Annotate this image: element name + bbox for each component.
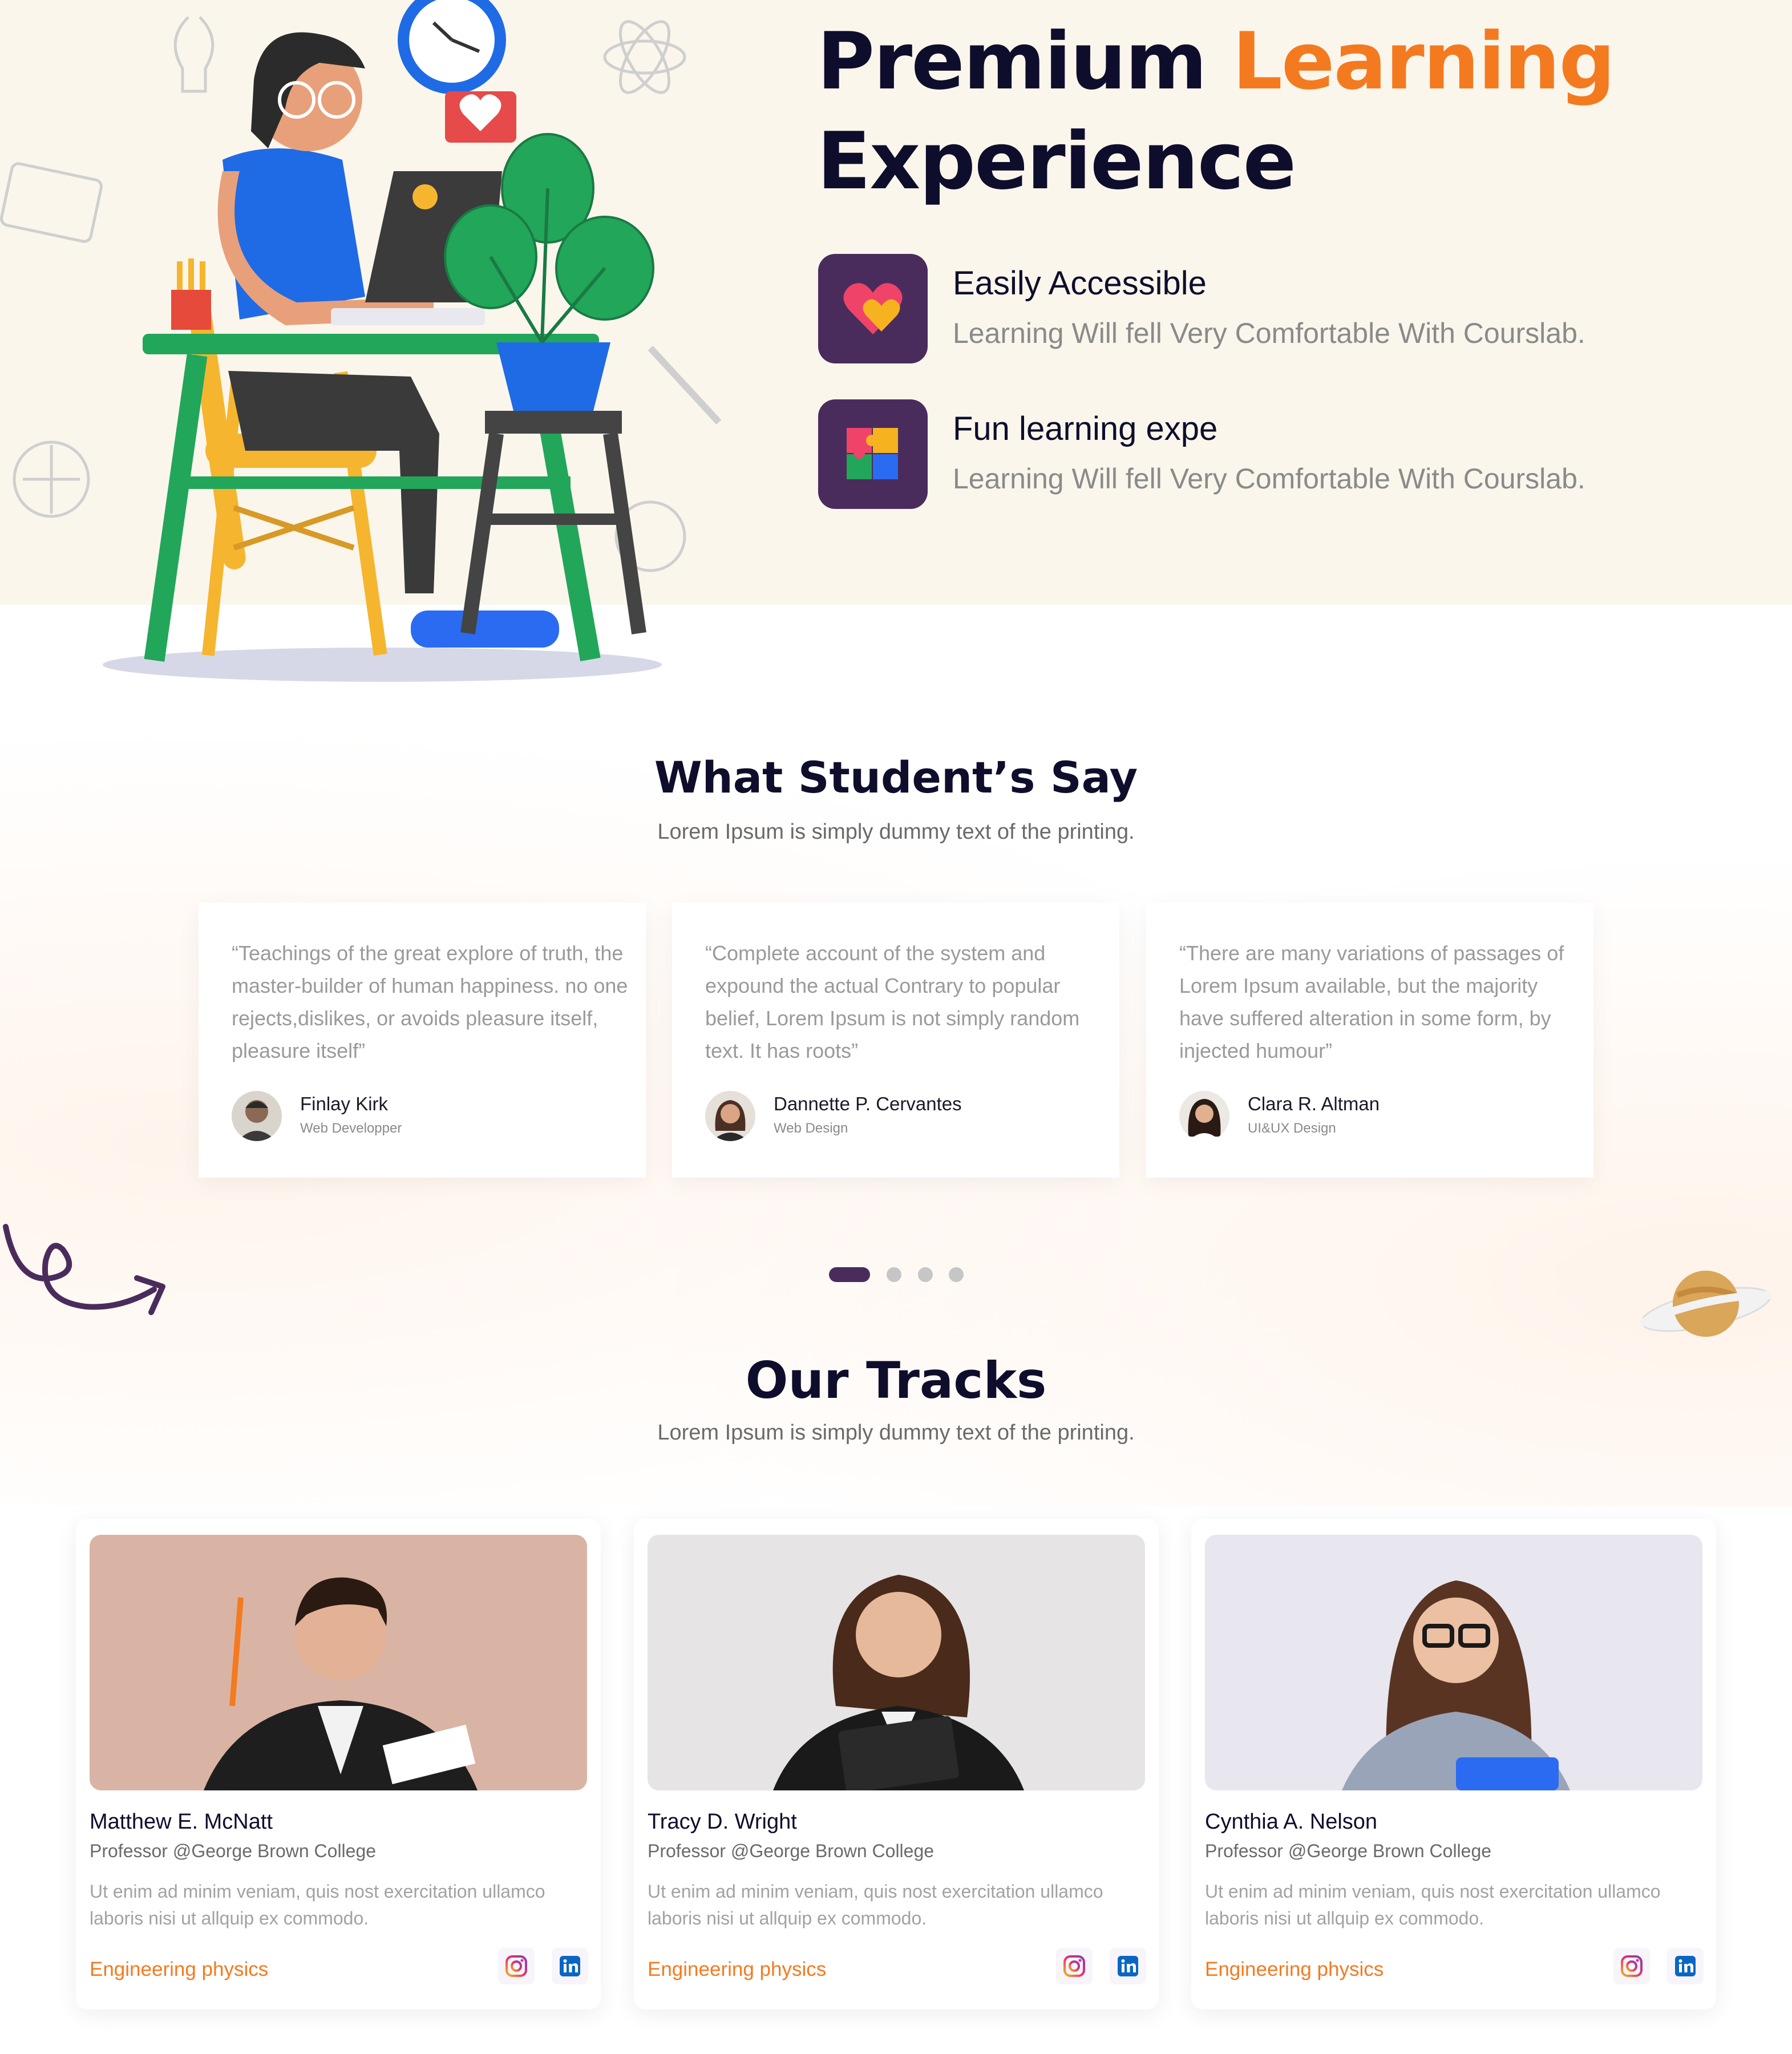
testimonials-title: What Student’s Say (654, 752, 1138, 803)
author-name: Finlay Kirk (300, 1093, 389, 1114)
planet-icon (1639, 1271, 1772, 1337)
testimonial-quote: “Complete account of the system and expo… (705, 941, 1080, 1062)
track-link[interactable]: Engineering physics (1205, 1958, 1384, 1981)
student-at-desk-illustration (0, 0, 722, 682)
professor-description: Ut enim ad minim veniam, quis nost exerc… (90, 1881, 545, 1928)
professor-photo (648, 1535, 1145, 1790)
puzzle-icon (818, 399, 928, 509)
instagram-icon[interactable] (1613, 1948, 1650, 1984)
curly-arrow-icon (3, 1224, 165, 1315)
track-link[interactable]: Engineering physics (648, 1958, 826, 1981)
author-name: Clara R. Altman (1248, 1093, 1380, 1114)
hero-title: Premium Learning Experience (817, 11, 1730, 211)
carousel-dot[interactable] (949, 1267, 964, 1282)
avatar (232, 1091, 282, 1141)
testimonial-quote: “Teachings of the great explore of truth… (232, 941, 628, 1062)
professor-name: Tracy D. Wright (648, 1810, 797, 1834)
feature-title: Easily Accessible (953, 265, 1207, 302)
linkedin-icon[interactable] (1110, 1948, 1146, 1984)
feature-description: Learning Will fell Very Comfortable With… (953, 317, 1585, 349)
track-card: Tracy D. Wright Professor @George Brown … (634, 1519, 1159, 2009)
instagram-icon[interactable] (498, 1948, 535, 1984)
author-name: Dannette P. Cervantes (774, 1093, 962, 1114)
instagram-icon[interactable] (1056, 1948, 1093, 1984)
professor-photo (90, 1535, 587, 1790)
testimonials-subtitle: Lorem Ipsum is simply dummy text of the … (657, 820, 1135, 844)
tracks-subtitle: Lorem Ipsum is simply dummy text of the … (657, 1421, 1135, 1445)
testimonial-card: “Teachings of the great explore of truth… (199, 903, 646, 1178)
carousel-dot-active[interactable] (829, 1267, 870, 1282)
feature-easily-accessible: Easily Accessible Learning Will fell Ver… (818, 254, 1759, 363)
track-link[interactable]: Engineering physics (90, 1958, 268, 1981)
avatar (705, 1091, 755, 1141)
heart-icon (818, 254, 928, 363)
professor-name: Matthew E. McNatt (90, 1810, 273, 1834)
author-role: UI&UX Design (1248, 1121, 1336, 1136)
feature-fun-learning: Fun learning expe Learning Will fell Ver… (818, 399, 1759, 509)
hero-title-part2: Experience (817, 115, 1296, 207)
author-role: Web Design (774, 1121, 848, 1136)
professor-title: Professor @George Brown College (648, 1841, 935, 1861)
professor-title: Professor @George Brown College (1205, 1841, 1492, 1861)
professor-name: Cynthia A. Nelson (1205, 1810, 1378, 1834)
linkedin-icon[interactable] (1667, 1948, 1704, 1984)
feature-description: Learning Will fell Very Comfortable With… (953, 463, 1585, 495)
carousel-dot[interactable] (887, 1267, 901, 1282)
linkedin-icon[interactable] (552, 1948, 588, 1984)
hero-title-part1: Premium (817, 15, 1232, 107)
avatar (1179, 1091, 1229, 1141)
author-role: Web Developper (300, 1121, 402, 1136)
track-card: Cynthia A. Nelson Professor @George Brow… (1191, 1519, 1716, 2009)
professor-description: Ut enim ad minim veniam, quis nost exerc… (1205, 1881, 1661, 1928)
professor-title: Professor @George Brown College (90, 1841, 377, 1861)
professor-photo (1205, 1535, 1702, 1790)
feature-title: Fun learning expe (953, 410, 1218, 447)
testimonial-quote: “There are many variations of passages o… (1179, 941, 1564, 1062)
track-card: Matthew E. McNatt Professor @George Brow… (76, 1519, 601, 2009)
testimonial-card: “There are many variations of passages o… (1146, 903, 1593, 1178)
hero-title-accent: Learning (1232, 15, 1615, 107)
testimonial-card: “Complete account of the system and expo… (672, 903, 1119, 1178)
tracks-title: Our Tracks (745, 1351, 1047, 1410)
professor-description: Ut enim ad minim veniam, quis nost exerc… (648, 1881, 1103, 1928)
carousel-dot[interactable] (918, 1267, 933, 1282)
